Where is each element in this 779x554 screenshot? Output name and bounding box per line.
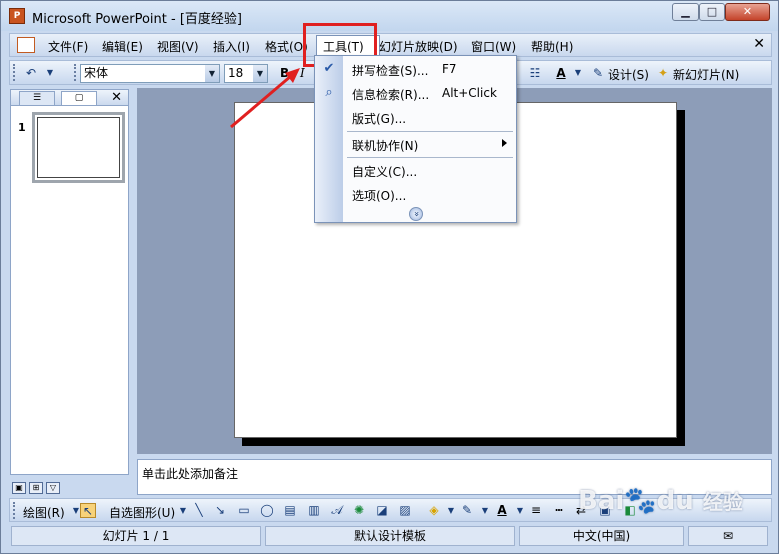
font-color-dropdown-icon[interactable]: ▼: [570, 65, 586, 81]
close-document-icon[interactable]: ✕: [753, 36, 765, 52]
menu-item-label: 版式(G)...: [352, 112, 407, 126]
status-bar: 幻灯片 1 / 1 默认设计模板 中文(中国) ✉: [1, 524, 778, 553]
design-button[interactable]: 设计(S): [608, 66, 649, 83]
close-window-button[interactable]: ✕: [725, 3, 770, 21]
powerpoint-app-icon[interactable]: P: [9, 8, 25, 24]
menu-item-label: 联机协作(N): [352, 139, 419, 153]
autoshapes-dropdown-icon[interactable]: ▼: [175, 503, 191, 518]
menu-item-shortcut: F7: [442, 62, 457, 76]
status-language: 中文(中国): [519, 526, 684, 546]
menu-help[interactable]: 帮助(H): [531, 38, 573, 55]
outline-tab-icon[interactable]: ☰: [19, 91, 55, 105]
draw-menu-button[interactable]: 绘图(R): [23, 504, 65, 521]
menu-slideshow[interactable]: 幻灯片放映(D): [379, 38, 458, 55]
font-name-value: 宋体: [84, 66, 109, 80]
line-color-icon[interactable]: ✎: [459, 503, 475, 518]
menu-separator: [347, 157, 513, 158]
menu-item-online-collaboration[interactable]: 联机协作(N): [315, 133, 516, 157]
menu-item-label: 选项(O)...: [352, 189, 407, 203]
line-style-icon[interactable]: ≡: [528, 503, 544, 518]
autoshapes-button[interactable]: 自选图形(U): [109, 504, 175, 521]
toolbar-grip[interactable]: [13, 64, 16, 81]
annotation-arrow-line: [230, 74, 292, 129]
baidu-watermark-logo: Bai🐾du 经验: [578, 486, 743, 516]
watermark-brand2: du: [656, 486, 694, 516]
fill-dropdown-icon[interactable]: ▼: [443, 503, 459, 518]
dash-style-icon[interactable]: ┅: [551, 503, 567, 518]
view-buttons: ▣ ⊞ ▽: [10, 480, 129, 496]
watermark-brand: Bai: [578, 486, 625, 516]
menu-item-label: 自定义(C)...: [352, 165, 418, 179]
font-color-icon[interactable]: A: [494, 503, 510, 518]
maximize-button[interactable]: □: [699, 3, 725, 21]
slide-sorter-view-icon[interactable]: ⊞: [29, 482, 43, 494]
select-pointer-icon[interactable]: ↖: [80, 503, 96, 518]
pane-tabs: ☰ ▢ ✕: [11, 90, 128, 106]
new-slide-icon[interactable]: ✦: [655, 65, 671, 81]
spelling-status-icon[interactable]: ✉: [688, 526, 768, 546]
slideshow-view-icon[interactable]: ▽: [46, 482, 60, 494]
arrow-icon[interactable]: ↘: [212, 503, 228, 518]
menu-edit[interactable]: 编辑(E): [102, 38, 143, 55]
research-icon: ⌕: [325, 85, 333, 100]
normal-view-icon[interactable]: ▣: [12, 482, 26, 494]
menu-item-layout[interactable]: 版式(G)...: [315, 106, 516, 130]
tools-menu-dropdown: ✔ 拼写检查(S)... F7 ⌕ 信息检索(R)... Alt+Click 版…: [314, 55, 517, 223]
menu-item-options[interactable]: 选项(O)...: [315, 183, 516, 207]
slides-tab-icon[interactable]: ▢: [61, 91, 97, 105]
menu-separator: [347, 131, 513, 132]
undo-dropdown-icon[interactable]: ▼: [42, 65, 58, 81]
menu-item-research[interactable]: ⌕ 信息检索(R)... Alt+Click: [315, 82, 516, 106]
picture-icon[interactable]: ▨: [397, 503, 413, 518]
watermark-suffix: 经验: [702, 490, 743, 514]
bullets-icon[interactable]: ☷: [527, 65, 543, 81]
line-color-dropdown-icon[interactable]: ▼: [477, 503, 493, 518]
font-color-icon[interactable]: A: [553, 65, 569, 81]
chevron-down-icon[interactable]: ▼: [205, 65, 219, 82]
slides-pane: ☰ ▢ ✕ 1: [10, 89, 129, 475]
menu-item-customize[interactable]: 自定义(C)...: [315, 159, 516, 183]
menu-file[interactable]: 文件(F): [48, 38, 88, 55]
menu-window[interactable]: 窗口(W): [471, 38, 516, 55]
clipart-icon[interactable]: ◪: [374, 503, 390, 518]
menu-item-spelling[interactable]: ✔ 拼写检查(S)... F7: [315, 58, 516, 82]
submenu-arrow-icon: [502, 139, 507, 147]
menu-format[interactable]: 格式(O): [265, 38, 308, 55]
pane-close-icon[interactable]: ✕: [111, 90, 122, 105]
font-name-combo[interactable]: 宋体 ▼: [80, 64, 220, 83]
line-icon[interactable]: ╲: [191, 503, 207, 518]
expand-menu-icon[interactable]: »: [409, 207, 423, 221]
menu-item-shortcut: Alt+Click: [442, 86, 497, 100]
rectangle-icon[interactable]: ▭: [236, 503, 252, 518]
menu-insert[interactable]: 插入(I): [213, 38, 250, 55]
textbox-icon[interactable]: ▤: [282, 503, 298, 518]
window-title: Microsoft PowerPoint - [百度经验]: [32, 12, 242, 27]
menu-view[interactable]: 视图(V): [157, 38, 199, 55]
font-color-dropdown-icon[interactable]: ▼: [512, 503, 528, 518]
toolbar-grip[interactable]: [13, 502, 16, 519]
diagram-icon[interactable]: ✺: [351, 503, 367, 518]
new-slide-button[interactable]: 新幻灯片(N): [673, 66, 739, 83]
oval-icon[interactable]: ◯: [259, 503, 275, 518]
fill-color-icon[interactable]: ◈: [426, 503, 442, 518]
notes-placeholder: 单击此处添加备注: [142, 467, 239, 481]
title-bar: P Microsoft PowerPoint - [百度经验] ▁ □ ✕: [1, 1, 778, 31]
annotation-arrow: [230, 68, 300, 129]
undo-icon[interactable]: ↶: [23, 65, 39, 81]
slide-number: 1: [18, 121, 26, 134]
status-slide-info: 幻灯片 1 / 1: [11, 526, 261, 546]
document-icon[interactable]: [17, 37, 35, 53]
toolbar-grip[interactable]: [74, 64, 77, 81]
wordart-icon[interactable]: 𝒜: [329, 503, 345, 518]
menu-bar: 文件(F) 编辑(E) 视图(V) 插入(I) 格式(O) 工具(T) 幻灯片放…: [9, 33, 772, 57]
slide-thumbnail[interactable]: [32, 112, 125, 183]
design-icon[interactable]: ✎: [590, 65, 606, 81]
menu-item-label: 信息检索(R)...: [352, 88, 430, 102]
menu-item-label: 拼写检查(S)...: [352, 64, 429, 78]
vertical-textbox-icon[interactable]: ▥: [306, 503, 322, 518]
check-icon: ✔: [323, 61, 335, 76]
status-template: 默认设计模板: [265, 526, 515, 546]
slide-thumbnail-inner: [37, 117, 120, 178]
minimize-button[interactable]: ▁: [672, 3, 699, 21]
